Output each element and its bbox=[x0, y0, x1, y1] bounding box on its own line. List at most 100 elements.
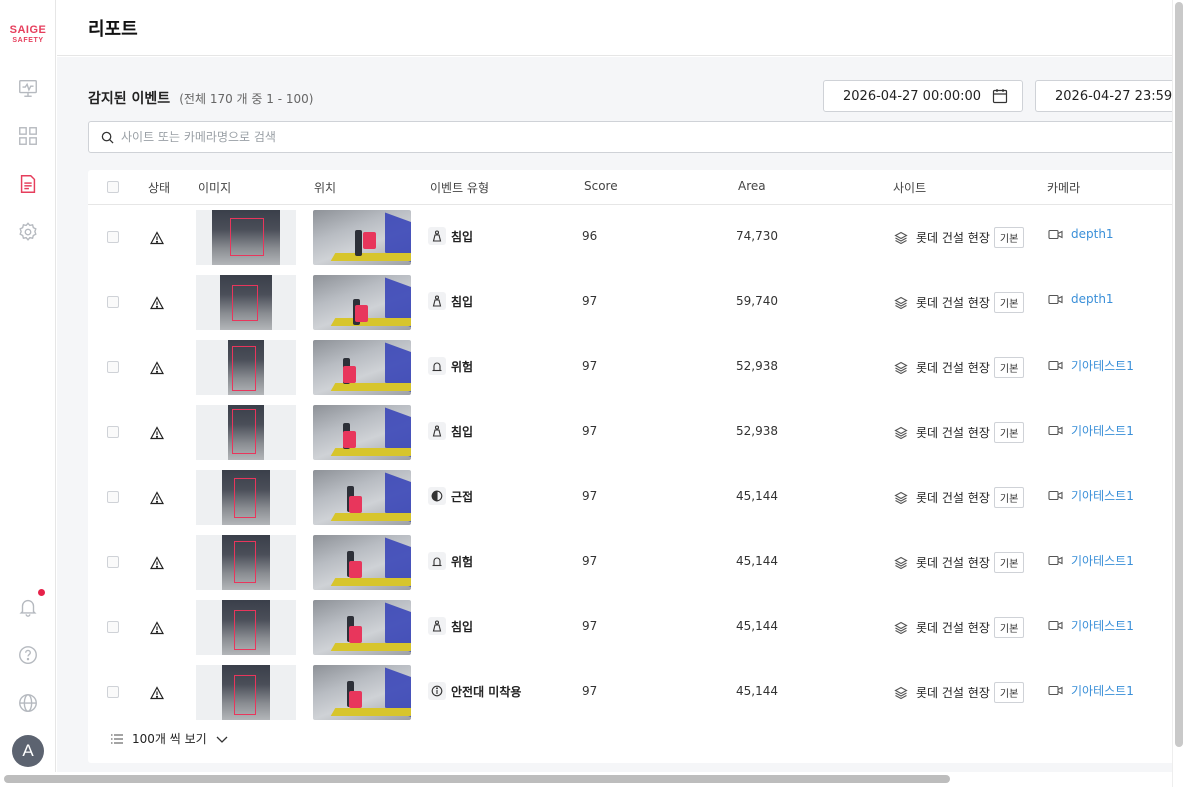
event-type-label: 위험 bbox=[451, 359, 474, 374]
select-all-checkbox[interactable] bbox=[107, 181, 119, 193]
detection-box bbox=[230, 218, 264, 256]
page-header: 리포트 bbox=[57, 0, 1172, 56]
site-name: 롯데 건설 현장 bbox=[916, 686, 990, 700]
brand-name: SAIGE bbox=[9, 24, 47, 36]
col-header-image[interactable]: 이미지 bbox=[198, 179, 231, 196]
person-crop bbox=[228, 405, 264, 460]
event-type-label: 침입 bbox=[451, 229, 474, 244]
help-icon[interactable] bbox=[16, 643, 40, 667]
location-marker bbox=[349, 691, 362, 708]
camera-link[interactable]: 기아테스트1 bbox=[1071, 682, 1134, 699]
start-date-value: 2026-04-27 00:00:00 bbox=[843, 88, 982, 104]
event-image-thumbnail[interactable] bbox=[196, 600, 296, 655]
row-checkbox[interactable] bbox=[107, 296, 119, 308]
table-row[interactable]: 안전대 미착용 97 45,144 롯데 건설 현장 기본 기아테스트1 bbox=[88, 660, 1172, 725]
col-header-status[interactable]: 상태 bbox=[148, 179, 170, 196]
brand-logo[interactable]: SAIGE SAFETY bbox=[0, 24, 56, 45]
table-row[interactable]: 침입 97 45,144 롯데 건설 현장 기본 기아테스트1 bbox=[88, 595, 1172, 660]
bell-icon[interactable] bbox=[16, 595, 40, 619]
person-icon bbox=[428, 227, 446, 245]
col-header-location[interactable]: 위치 bbox=[314, 179, 336, 196]
events-table: 상태 이미지 위치 이벤트 유형 Score Area 사이트 카메라 침입 9… bbox=[88, 170, 1172, 763]
layers-icon bbox=[894, 361, 908, 374]
grid-icon[interactable] bbox=[16, 124, 40, 148]
location-marker bbox=[349, 496, 362, 513]
monitor-icon[interactable] bbox=[16, 76, 40, 100]
area-value: 52,938 bbox=[736, 359, 778, 373]
table-row[interactable]: 위험 97 52,938 롯데 건설 현장 기본 기아테스트1 bbox=[88, 335, 1172, 400]
camera-link[interactable]: depth1 bbox=[1071, 292, 1114, 306]
site-cell: 롯데 건설 현장 기본 bbox=[894, 422, 1025, 443]
row-checkbox[interactable] bbox=[107, 556, 119, 568]
search-bar[interactable] bbox=[88, 121, 1172, 153]
scene-floor-line bbox=[330, 708, 411, 716]
location-thumbnail[interactable] bbox=[313, 275, 411, 330]
horizontal-scroll-thumb[interactable] bbox=[4, 775, 950, 783]
row-checkbox[interactable] bbox=[107, 426, 119, 438]
event-image-thumbnail[interactable] bbox=[196, 665, 296, 720]
start-date-picker[interactable]: 2026-04-27 00:00:00 bbox=[823, 80, 1023, 112]
location-marker bbox=[343, 431, 356, 448]
search-input[interactable] bbox=[121, 126, 1021, 148]
page-size-selector[interactable]: 100개 씩 보기 bbox=[110, 730, 229, 747]
location-thumbnail[interactable] bbox=[313, 535, 411, 590]
col-header-camera[interactable]: 카메라 bbox=[1047, 179, 1080, 196]
camera-link[interactable]: 기아테스트1 bbox=[1071, 487, 1134, 504]
location-thumbnail[interactable] bbox=[313, 405, 411, 460]
area-value: 45,144 bbox=[736, 619, 778, 633]
report-icon[interactable] bbox=[16, 172, 40, 196]
camera-icon bbox=[1048, 360, 1063, 371]
location-marker bbox=[363, 232, 376, 249]
col-header-score[interactable]: Score bbox=[584, 179, 618, 193]
event-type: 침입 bbox=[428, 422, 473, 440]
site-cell: 롯데 건설 현장 기본 bbox=[894, 682, 1025, 703]
col-header-site[interactable]: 사이트 bbox=[893, 179, 926, 196]
site-cell: 롯데 건설 현장 기본 bbox=[894, 617, 1025, 638]
row-checkbox[interactable] bbox=[107, 231, 119, 243]
location-thumbnail[interactable] bbox=[313, 665, 411, 720]
event-image-thumbnail[interactable] bbox=[196, 210, 296, 265]
col-header-event-type[interactable]: 이벤트 유형 bbox=[430, 179, 489, 196]
table-row[interactable]: 침입 97 52,938 롯데 건설 현장 기본 기아테스트1 bbox=[88, 400, 1172, 465]
gear-icon[interactable] bbox=[16, 220, 40, 244]
warning-icon bbox=[150, 361, 164, 375]
camera-link[interactable]: 기아테스트1 bbox=[1071, 357, 1134, 374]
event-image-thumbnail[interactable] bbox=[196, 275, 296, 330]
location-thumbnail[interactable] bbox=[313, 600, 411, 655]
row-checkbox[interactable] bbox=[107, 361, 119, 373]
score-value: 97 bbox=[582, 359, 598, 373]
location-thumbnail[interactable] bbox=[313, 210, 411, 265]
globe-icon[interactable] bbox=[16, 691, 40, 715]
camera-link[interactable]: 기아테스트1 bbox=[1071, 617, 1134, 634]
col-header-area[interactable]: Area bbox=[738, 179, 766, 193]
row-checkbox[interactable] bbox=[107, 621, 119, 633]
event-type: 침입 bbox=[428, 227, 473, 245]
table-row[interactable]: 침입 97 59,740 롯데 건설 현장 기본 depth1 bbox=[88, 270, 1172, 335]
vertical-scrollbar[interactable] bbox=[1172, 0, 1184, 787]
end-date-picker[interactable]: 2026-04-27 23:59:59 bbox=[1035, 80, 1172, 112]
avatar[interactable]: A bbox=[12, 735, 44, 767]
location-thumbnail[interactable] bbox=[313, 340, 411, 395]
row-checkbox[interactable] bbox=[107, 686, 119, 698]
site-name: 롯데 건설 현장 bbox=[916, 426, 990, 440]
table-row[interactable]: 침입 96 74,730 롯데 건설 현장 기본 depth1 bbox=[88, 205, 1172, 270]
location-thumbnail[interactable] bbox=[313, 470, 411, 525]
site-badge: 기본 bbox=[993, 682, 1025, 703]
camera-link[interactable]: 기아테스트1 bbox=[1071, 552, 1134, 569]
event-type: 근접 bbox=[428, 487, 473, 505]
table-row[interactable]: 근접 97 45,144 롯데 건설 현장 기본 기아테스트1 bbox=[88, 465, 1172, 530]
event-type-label: 침입 bbox=[451, 619, 474, 634]
row-checkbox[interactable] bbox=[107, 491, 119, 503]
camera-cell: 기아테스트1 bbox=[1048, 617, 1134, 634]
vertical-scroll-thumb[interactable] bbox=[1175, 2, 1183, 747]
event-image-thumbnail[interactable] bbox=[196, 340, 296, 395]
page-size-label: 100개 씩 보기 bbox=[132, 732, 207, 746]
event-image-thumbnail[interactable] bbox=[196, 405, 296, 460]
event-image-thumbnail[interactable] bbox=[196, 470, 296, 525]
horizontal-scrollbar[interactable] bbox=[0, 772, 1172, 787]
event-image-thumbnail[interactable] bbox=[196, 535, 296, 590]
camera-link[interactable]: 기아테스트1 bbox=[1071, 422, 1134, 439]
camera-link[interactable]: depth1 bbox=[1071, 227, 1114, 241]
table-row[interactable]: 위험 97 45,144 롯데 건설 현장 기본 기아테스트1 bbox=[88, 530, 1172, 595]
event-type: 위험 bbox=[428, 552, 473, 570]
